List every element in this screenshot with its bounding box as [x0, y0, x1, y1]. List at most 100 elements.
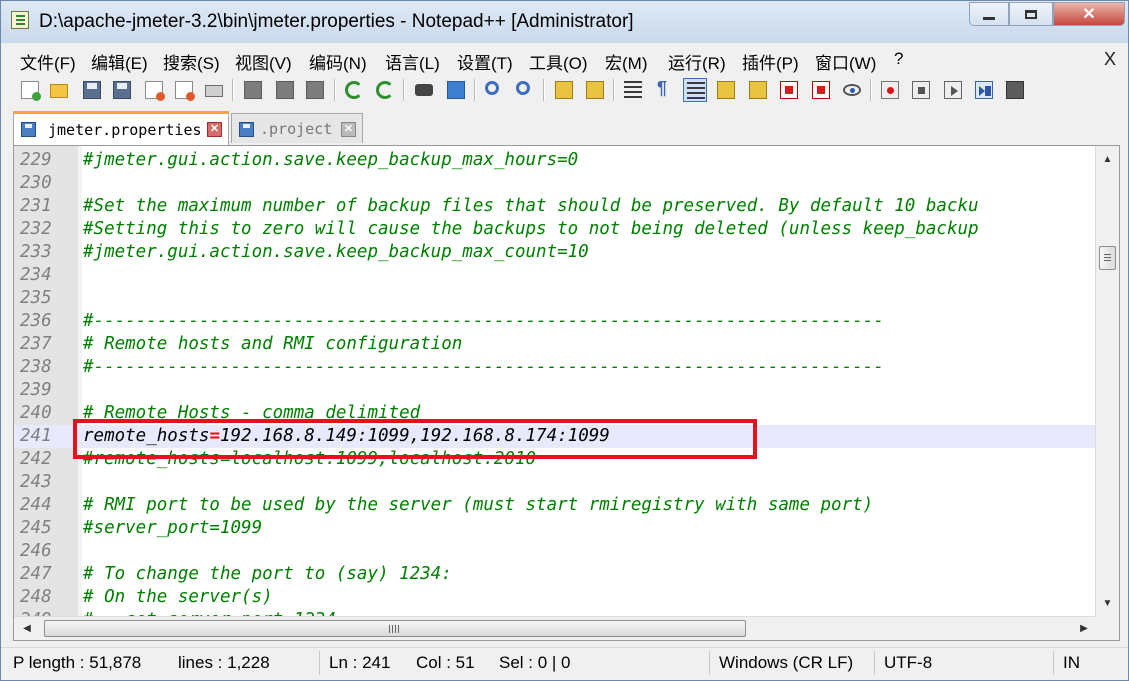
- tab-jmeter-properties[interactable]: jmeter.properties ✕: [13, 111, 229, 145]
- code-line[interactable]: 248 # On the server(s): [14, 586, 1095, 609]
- code-line[interactable]: 246: [14, 540, 1095, 563]
- line-number: 233: [20, 242, 52, 262]
- redo-icon[interactable]: [373, 78, 397, 102]
- macro-save-icon[interactable]: [1003, 78, 1027, 102]
- undo-icon[interactable]: [342, 78, 366, 102]
- save-all-icon[interactable]: [110, 78, 134, 102]
- macro-record-icon[interactable]: [878, 78, 902, 102]
- scroll-down-icon[interactable]: ▼: [1096, 592, 1119, 614]
- menu-edit[interactable]: 编辑(E): [91, 49, 148, 74]
- menu-run[interactable]: 运行(R): [668, 49, 726, 74]
- code-line[interactable]: 238 #------------------------------------…: [14, 356, 1095, 379]
- menu-window[interactable]: 窗口(W): [815, 49, 876, 74]
- minimize-button[interactable]: [969, 2, 1009, 26]
- save-icon[interactable]: [80, 78, 104, 102]
- menu-encoding[interactable]: 编码(N): [309, 49, 367, 74]
- close-tab-icon[interactable]: ✕: [207, 122, 222, 137]
- line-number: 234: [20, 265, 52, 285]
- horizontal-scroll-thumb[interactable]: [44, 620, 746, 637]
- code-line[interactable]: 230: [14, 172, 1095, 195]
- indent-guide-icon[interactable]: [683, 78, 707, 102]
- close-icon: ✕: [1082, 6, 1096, 23]
- new-file-icon[interactable]: [18, 78, 42, 102]
- paste-icon[interactable]: [303, 78, 327, 102]
- monitoring-icon[interactable]: [840, 78, 864, 102]
- code-line[interactable]: 239: [14, 379, 1095, 402]
- cut-icon[interactable]: [241, 78, 265, 102]
- folder-workspace-icon[interactable]: [809, 78, 833, 102]
- code-line[interactable]: 245 #server_port=1099: [14, 517, 1095, 540]
- code-line[interactable]: 231 #Set the maximum number of backup fil…: [14, 195, 1095, 218]
- user-language-icon[interactable]: [714, 78, 738, 102]
- comment-text: #Set the maximum number of backup files …: [83, 196, 979, 216]
- status-length: P length : 51,878: [13, 653, 142, 672]
- function-list-icon[interactable]: [777, 78, 801, 102]
- show-all-chars-icon[interactable]: ¶: [651, 78, 675, 102]
- code-line[interactable]: 234: [14, 264, 1095, 287]
- menu-file[interactable]: 文件(F): [20, 49, 76, 74]
- tab-project[interactable]: .project ✕: [231, 113, 363, 143]
- close-file-icon[interactable]: [142, 78, 166, 102]
- code-line[interactable]: 232 #Setting this to zero will cause the …: [14, 218, 1095, 241]
- status-encoding[interactable]: UTF-8: [884, 650, 932, 676]
- line-number: 239: [20, 380, 52, 400]
- close-all-icon[interactable]: [172, 78, 196, 102]
- code-line[interactable]: 244 # RMI port to be used by the server (…: [14, 494, 1095, 517]
- title-bar[interactable]: D:\apache-jmeter-3.2\bin\jmeter.properti…: [1, 1, 1128, 43]
- code-line[interactable]: 229 #jmeter.gui.action.save.keep_backup_m…: [14, 149, 1095, 172]
- find-icon[interactable]: [412, 78, 436, 102]
- status-divider: [874, 651, 875, 675]
- code-line[interactable]: 243: [14, 471, 1095, 494]
- sync-vertical-icon[interactable]: [552, 78, 576, 102]
- code-line[interactable]: 233 #jmeter.gui.action.save.keep_backup_m…: [14, 241, 1095, 264]
- menu-plugins[interactable]: 插件(P): [742, 49, 799, 74]
- status-selection: Sel : 0 | 0: [499, 653, 571, 672]
- vertical-scrollbar[interactable]: ▲ ▼: [1095, 146, 1119, 616]
- menu-help[interactable]: ?: [894, 49, 903, 69]
- notepadpp-app-icon[interactable]: [11, 11, 29, 29]
- menu-search[interactable]: 搜索(S): [163, 49, 220, 74]
- menu-tools[interactable]: 工具(O): [529, 49, 588, 74]
- line-number: 240: [20, 403, 52, 423]
- menu-macro[interactable]: 宏(M): [605, 49, 647, 74]
- minimize-icon: [983, 16, 995, 20]
- code-area[interactable]: 229 #jmeter.gui.action.save.keep_backup_m…: [14, 149, 1095, 640]
- horizontal-scrollbar[interactable]: ◀ ▶: [14, 616, 1097, 640]
- macro-run-multiple-icon[interactable]: [972, 78, 996, 102]
- vertical-scroll-thumb[interactable]: [1099, 246, 1116, 270]
- scroll-left-icon[interactable]: ◀: [16, 617, 38, 640]
- maximize-button[interactable]: [1009, 2, 1053, 26]
- copy-icon[interactable]: [273, 78, 297, 102]
- doc-map-icon[interactable]: [746, 78, 770, 102]
- close-tab-icon[interactable]: ✕: [341, 122, 356, 137]
- macro-stop-icon[interactable]: [909, 78, 933, 102]
- editor-pane[interactable]: 229 #jmeter.gui.action.save.keep_backup_m…: [13, 145, 1120, 641]
- open-file-icon[interactable]: [47, 78, 71, 102]
- menu-settings[interactable]: 设置(T): [457, 49, 513, 74]
- line-number: 237: [20, 334, 52, 354]
- comment-text: # RMI port to be used by the server (mus…: [83, 495, 874, 515]
- status-eol-format[interactable]: Windows (CR LF): [719, 650, 853, 676]
- comment-text: #---------------------------------------…: [83, 311, 884, 331]
- menu-language[interactable]: 语言(L): [385, 49, 440, 74]
- sync-horizontal-icon[interactable]: [583, 78, 607, 102]
- code-line[interactable]: 236 #------------------------------------…: [14, 310, 1095, 333]
- line-number: 231: [20, 196, 52, 216]
- line-number: 238: [20, 357, 52, 377]
- close-window-button[interactable]: ✕: [1053, 2, 1125, 26]
- status-lines: lines : 1,228: [178, 653, 270, 672]
- replace-icon[interactable]: [444, 78, 468, 102]
- line-number: 230: [20, 173, 52, 193]
- close-document-button[interactable]: X: [1104, 49, 1116, 70]
- macro-play-icon[interactable]: [941, 78, 965, 102]
- word-wrap-icon[interactable]: [621, 78, 645, 102]
- print-icon[interactable]: [202, 78, 226, 102]
- scroll-right-icon[interactable]: ▶: [1073, 617, 1095, 640]
- menu-view[interactable]: 视图(V): [235, 49, 292, 74]
- scroll-up-icon[interactable]: ▲: [1096, 148, 1119, 170]
- code-line[interactable]: 235: [14, 287, 1095, 310]
- code-line[interactable]: 237 # Remote hosts and RMI configuration: [14, 333, 1095, 356]
- code-line[interactable]: 247 # To change the port to (say) 1234:: [14, 563, 1095, 586]
- zoom-in-icon[interactable]: [482, 78, 506, 102]
- zoom-out-icon[interactable]: [513, 78, 537, 102]
